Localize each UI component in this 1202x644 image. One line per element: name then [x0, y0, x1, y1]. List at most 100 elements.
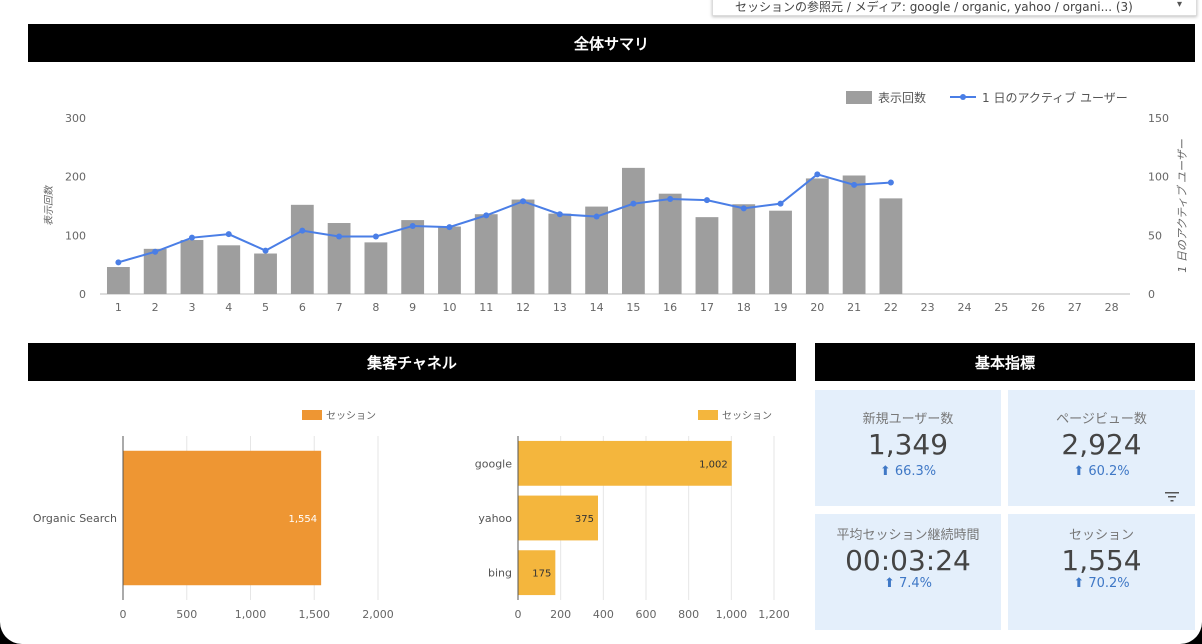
x-tick-label: 1,000 [235, 608, 267, 621]
kpi-delta: ⬆ 7.4% [883, 576, 933, 591]
x-tick-label: 28 [1105, 301, 1119, 314]
bar-impressions [548, 213, 572, 294]
y-tick-label: 300 [65, 112, 86, 125]
point-active-users [703, 197, 710, 204]
bar-impressions [290, 204, 314, 294]
x-tick-label: 16 [663, 301, 677, 314]
bar-impressions [842, 175, 866, 294]
category-label: google [475, 457, 512, 470]
x-tick-label: 26 [1031, 301, 1045, 314]
point-active-users [520, 198, 527, 205]
point-active-users [372, 233, 379, 240]
category-label: yahoo [478, 512, 512, 525]
chevron-down-icon[interactable]: ▾ [1177, 0, 1182, 10]
x-tick-label: 9 [409, 301, 416, 314]
bar-impressions [511, 199, 535, 294]
summary-section-header: 全体サマリ [28, 24, 1195, 62]
bar-impressions [695, 217, 719, 294]
x-tick-label: 1,000 [716, 608, 748, 621]
y2-tick-label: 0 [1148, 288, 1155, 301]
legend-label-impressions: 表示回数 [878, 90, 926, 105]
bar-impressions [621, 167, 645, 294]
point-active-users [740, 205, 747, 212]
point-active-users [225, 231, 232, 238]
x-tick-label: 19 [774, 301, 788, 314]
kpi-card-pageviews[interactable]: ページビュー数 2,924 ⬆ 60.2% [1008, 390, 1195, 506]
y-axis-title: 表示回数 [43, 184, 55, 226]
x-tick-label: 20 [810, 301, 824, 314]
data-label: 1,554 [288, 514, 317, 525]
point-active-users [593, 213, 600, 220]
bar-impressions [769, 210, 792, 294]
data-label: 175 [532, 569, 551, 580]
point-active-users [483, 212, 490, 219]
bar-impressions [106, 267, 130, 294]
kpi-value: 00:03:24 [845, 544, 971, 577]
point-active-users [152, 248, 159, 255]
kpi-card-new-users[interactable]: 新規ユーザー数 1,349 ⬆ 66.3% [815, 390, 1001, 506]
y2-tick-label: 150 [1148, 112, 1169, 125]
x-tick-label: 200 [550, 608, 571, 621]
point-active-users [851, 181, 858, 188]
point-active-users [667, 195, 674, 202]
kpi-label: 新規ユーザー数 [862, 412, 954, 427]
bar-impressions [401, 220, 425, 294]
legend-label-sessions: セッション [722, 410, 772, 422]
bar-impressions [658, 193, 682, 294]
x-tick-label: 17 [700, 301, 714, 314]
x-tick-label: 500 [176, 608, 197, 621]
x-tick-label: 15 [626, 301, 640, 314]
point-active-users [887, 179, 894, 186]
legend-label-sessions: セッション [326, 410, 376, 422]
kpi-card-sessions[interactable]: セッション 1,554 ⬆ 70.2% [1008, 514, 1195, 630]
kpi-label: セッション [1068, 528, 1134, 543]
y-tick-label: 200 [65, 171, 86, 184]
kpi-value: 1,554 [1061, 544, 1142, 577]
x-tick-label: 10 [442, 301, 456, 314]
bar-impressions [143, 248, 167, 294]
point-active-users [446, 224, 453, 231]
bar-impressions [180, 240, 204, 294]
filter-lines-icon[interactable] [1164, 491, 1180, 503]
category-label: Organic Search [33, 512, 117, 525]
point-active-users [814, 171, 821, 178]
point-active-users [262, 247, 269, 254]
channel-section-header: 集客チャネル [28, 343, 796, 381]
legend-label-active-users: 1 日のアクティブ ユーザー [982, 90, 1128, 105]
legend-swatch-sessions [302, 410, 322, 420]
legend-marker-active-users [960, 94, 966, 100]
y-tick-label: 100 [65, 229, 86, 242]
legend-swatch-impressions [846, 91, 872, 104]
channel-sessions-chart: セッション 0 500 1,000 1,500 2,000 Organic Search 1,… [33, 410, 394, 621]
y2-tick-label: 50 [1148, 229, 1162, 242]
x-tick-label: 11 [479, 301, 493, 314]
x-tick-label: 800 [678, 608, 699, 621]
bar-impressions [217, 245, 241, 294]
kpi-delta: ⬆ 70.2% [1073, 576, 1130, 591]
x-tick-label: 18 [737, 301, 751, 314]
x-tick-label: 0 [120, 608, 127, 621]
bar-impressions [254, 253, 277, 294]
x-tick-label: 8 [372, 301, 379, 314]
daily-combo-chart: 表示回数 1 日のアクティブ ユーザー 0 100 200 300 0 50 100 150 表示回… [43, 90, 1189, 314]
bar-impressions [364, 242, 388, 294]
bar-impressions [585, 206, 609, 294]
x-tick-label: 27 [1068, 301, 1082, 314]
y-tick-label: 0 [79, 288, 86, 301]
x-tick-label: 7 [336, 301, 343, 314]
point-active-users [336, 233, 343, 240]
point-active-users [115, 259, 122, 266]
point-active-users [188, 234, 195, 241]
point-active-users [556, 211, 563, 218]
kpi-label: 平均セッション継続時間 [836, 528, 980, 543]
kpi-value: 1,349 [867, 428, 949, 461]
data-label: 375 [575, 514, 594, 525]
kpi-card-avg-session-duration[interactable]: 平均セッション継続時間 00:03:24 ⬆ 7.4% [815, 514, 1001, 630]
x-tick-label: 14 [590, 301, 604, 314]
source-medium-filter[interactable]: セッションの参照元 / メディア: google / organic, yaho… [712, 0, 1197, 16]
x-tick-label: 1,200 [758, 608, 790, 621]
x-tick-label: 3 [188, 301, 195, 314]
x-tick-label: 22 [884, 301, 898, 314]
x-tick-label: 24 [957, 301, 971, 314]
x-tick-label: 25 [994, 301, 1008, 314]
